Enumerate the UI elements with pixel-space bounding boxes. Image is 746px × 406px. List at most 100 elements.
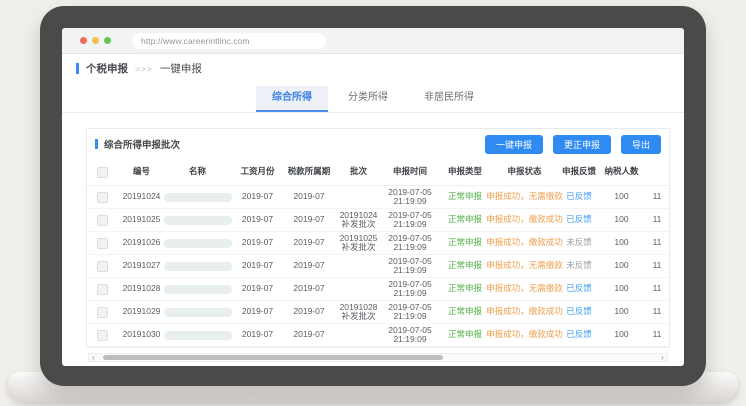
scrollbar-thumb[interactable] [103,355,443,360]
cell-next-column-partial: 11 [640,209,670,231]
horizontal-scrollbar[interactable]: ‹ › [88,353,668,362]
cell-taxpayer-count: 100 [603,324,640,346]
cell-next-column-partial: 11 [640,324,670,346]
scrollbar-track[interactable] [98,354,658,361]
cell-taxpayer-count: 100 [603,301,640,323]
cell-filing-status: 申报成功，无需缴款 [494,186,555,208]
correction-filing-button[interactable]: 更正申报 [553,135,611,154]
row-checkbox[interactable] [97,330,108,341]
tab-bar: 综合所得 分类所得 非居民所得 [62,86,684,113]
cell-tax-period: 2019-07 [285,324,333,346]
table-row: 201910292019-072019-0720191028补发批次2019-0… [87,301,669,324]
cell-taxpayer-count: 100 [603,278,640,300]
cell-taxpayer-count: 100 [603,209,640,231]
column-header: 名称 [165,159,230,185]
cell-filing-feedback: 未反馈 [555,232,603,254]
row-checkbox-cell [87,209,118,231]
cell-filing-time: 2019-07-0521:19:09 [384,324,436,346]
cell-next-column-partial: 11 [640,186,670,208]
close-window-icon[interactable] [80,37,87,44]
cell-filing-feedback: 已反馈 [555,324,603,346]
panel-header: 综合所得申报批次 一键申报 更正申报 导出 [87,129,669,159]
export-button[interactable]: 导出 [621,135,661,154]
cell-filing-status: 申报成功，缴款成功 [494,232,555,254]
cell-next-column-partial: 11 [640,301,670,323]
cell-next-column-partial: 11 [640,255,670,277]
name-placeholder-pill [164,262,232,271]
header-select-checkbox-cell [87,159,118,185]
address-bar[interactable]: http://www.careerintlinc.com [132,33,326,49]
scroll-right-icon[interactable]: › [658,354,667,361]
column-header-partial [640,159,670,185]
cell-batch-id: 20191024 [118,186,165,208]
cell-taxpayer-count: 100 [603,186,640,208]
cell-salary-month: 2019-07 [230,255,285,277]
cell-filing-status: 申报成功，无需缴款 [494,278,555,300]
row-checkbox-cell [87,301,118,323]
panel-marker [95,139,98,149]
row-checkbox[interactable] [97,261,108,272]
cell-tax-period: 2019-07 [285,301,333,323]
tab-classified-income[interactable]: 分类所得 [332,86,404,110]
cell-batch-id: 20191027 [118,255,165,277]
cell-filing-time: 2019-07-0521:19:09 [384,209,436,231]
column-header: 税款所属期 [285,159,333,185]
breadcrumb: 个税申报 >>> 一键申报 [76,62,202,75]
row-checkbox[interactable] [97,192,108,203]
name-placeholder-pill [164,193,232,202]
scroll-left-icon[interactable]: ‹ [89,354,98,361]
cell-salary-month: 2019-07 [230,301,285,323]
minimize-window-icon[interactable] [92,37,99,44]
column-header: 申报状态 [494,159,555,185]
cell-filing-status: 申报成功，无需缴款 [494,255,555,277]
name-placeholder-pill [164,285,232,294]
cell-tax-period: 2019-07 [285,255,333,277]
filing-batches-panel: 综合所得申报批次 一键申报 更正申报 导出 编号名称工资月份税款所属期批次申报时… [86,128,670,348]
cell-batch [333,186,384,208]
table-row: 201910242019-072019-072019-07-0521:19:09… [87,186,669,209]
url-text: http://www.careerintlinc.com [141,36,250,46]
cell-tax-period: 2019-07 [285,186,333,208]
section-marker [76,63,79,74]
name-placeholder-pill [164,239,232,248]
cell-batch-id: 20191026 [118,232,165,254]
cell-batch-id: 20191025 [118,209,165,231]
one-click-filing-button[interactable]: 一键申报 [485,135,543,154]
browser-window: http://www.careerintlinc.com 个税申报 >>> 一键… [62,28,684,366]
cell-batch-id: 20191028 [118,278,165,300]
cell-batch-id: 20191029 [118,301,165,323]
cell-filing-time: 2019-07-0521:19:09 [384,278,436,300]
cell-filing-feedback: 已反馈 [555,278,603,300]
panel-title: 综合所得申报批次 [104,137,180,151]
row-checkbox-cell [87,324,118,346]
cell-name [165,232,230,254]
row-checkbox[interactable] [97,284,108,295]
cell-name [165,324,230,346]
row-checkbox-cell [87,278,118,300]
row-checkbox-cell [87,232,118,254]
cell-taxpayer-count: 100 [603,255,640,277]
cell-batch [333,278,384,300]
row-checkbox[interactable] [97,238,108,249]
cell-name [165,301,230,323]
cell-filing-feedback: 已反馈 [555,186,603,208]
table-row: 201910272019-072019-072019-07-0521:19:09… [87,255,669,278]
select-all-checkbox[interactable] [97,167,108,178]
cell-salary-month: 2019-07 [230,278,285,300]
cell-next-column-partial: 11 [640,278,670,300]
cell-filing-feedback: 已反馈 [555,209,603,231]
cell-filing-time: 2019-07-0521:19:09 [384,186,436,208]
column-header: 编号 [118,159,165,185]
tab-comprehensive-income[interactable]: 综合所得 [256,86,328,112]
tab-nonresident-income[interactable]: 非居民所得 [408,86,490,110]
browser-toolbar: http://www.careerintlinc.com [62,28,684,54]
zoom-window-icon[interactable] [104,37,111,44]
row-checkbox[interactable] [97,307,108,318]
column-header: 批次 [333,159,384,185]
cell-batch [333,255,384,277]
cell-batch: 20191028补发批次 [333,301,384,323]
breadcrumb-section: 个税申报 [86,61,128,76]
row-checkbox-cell [87,186,118,208]
row-checkbox[interactable] [97,215,108,226]
table-row: 201910282019-072019-072019-07-0521:19:09… [87,278,669,301]
